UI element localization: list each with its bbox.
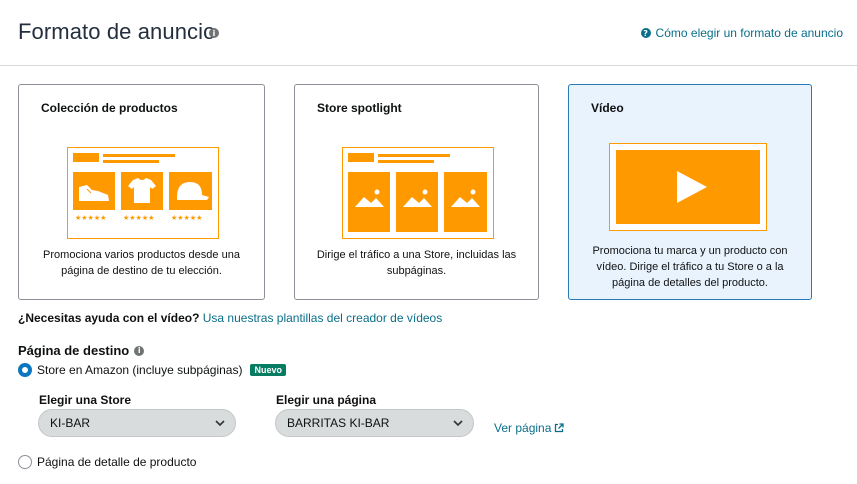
external-link-icon xyxy=(555,423,565,433)
radio-label: Store en Amazon (incluye subpáginas) xyxy=(37,363,243,377)
landing-page-label: Página de destino i xyxy=(18,343,145,358)
tshirt-icon xyxy=(121,172,163,210)
svg-text:★★★★★: ★★★★★ xyxy=(75,214,106,222)
help-link[interactable]: ? Cómo elegir un formato de anuncio xyxy=(640,26,843,40)
card-description: Promociona tu marca y un producto con ví… xyxy=(592,245,788,289)
video-help: ¿Necesitas ayuda con el vídeo? Usa nuest… xyxy=(18,311,442,325)
chevron-down-icon xyxy=(215,420,225,427)
help-icon: ? xyxy=(640,28,651,38)
image-icon xyxy=(348,172,390,232)
page-select-value: BARRITAS KI-BAR xyxy=(287,416,390,430)
radio-button[interactable] xyxy=(18,363,32,377)
card-title: Vídeo xyxy=(591,101,624,115)
card-title: Colección de productos xyxy=(41,101,178,115)
chevron-down-icon xyxy=(453,420,463,427)
info-icon[interactable]: i xyxy=(134,345,145,356)
card-video[interactable]: Vídeo Promociona tu marca y un producto … xyxy=(568,84,812,300)
video-play-illustration xyxy=(609,143,767,231)
card-store-spotlight[interactable]: Store spotlight Dirige el tráfico a una … xyxy=(294,84,539,300)
view-page-link[interactable]: Ver página xyxy=(494,421,565,435)
product-collection-illustration: ★★★★★ ★★★★★ ★★★★★ xyxy=(67,147,219,239)
video-help-question: ¿Necesitas ayuda con el vídeo? xyxy=(18,311,200,325)
page-title: Formato de anuncio xyxy=(18,19,216,44)
view-page-label: Ver página xyxy=(494,421,552,435)
image-icon xyxy=(444,172,487,232)
section-title: Página de destino xyxy=(18,343,130,358)
svg-text:★★★★★: ★★★★★ xyxy=(123,214,154,222)
card-product-collection[interactable]: Colección de productos ★★★★★ ★★★★★ ★★★★★… xyxy=(18,84,265,300)
radio-product-detail-option[interactable]: Página de detalle de producto xyxy=(18,455,196,469)
image-icon xyxy=(396,172,438,232)
card-description: Promociona varios productos desde una pá… xyxy=(43,249,240,277)
svg-text:★★★★★: ★★★★★ xyxy=(171,214,202,222)
page-select[interactable]: BARRITAS KI-BAR xyxy=(275,409,474,437)
store-select-value: KI-BAR xyxy=(50,416,91,430)
cap-icon xyxy=(169,172,212,210)
new-badge: Nuevo xyxy=(250,364,286,376)
store-spotlight-illustration xyxy=(342,147,494,239)
radio-label: Página de detalle de producto xyxy=(37,455,197,469)
radio-store-option[interactable]: Store en Amazon (incluye subpáginas) Nue… xyxy=(18,363,286,377)
page-select-label: Elegir una página xyxy=(276,393,377,407)
store-select-label: Elegir una Store xyxy=(39,393,132,407)
card-title: Store spotlight xyxy=(317,101,402,115)
help-link-label: Cómo elegir un formato de anuncio xyxy=(655,26,843,40)
radio-button[interactable] xyxy=(18,455,32,469)
video-templates-link[interactable]: Usa nuestras plantillas del creador de v… xyxy=(203,311,442,325)
page-header: Formato de anuncio i ? Cómo elegir un fo… xyxy=(0,0,857,66)
store-select[interactable]: KI-BAR xyxy=(38,409,236,437)
card-description: Dirige el tráfico a una Store, incluidas… xyxy=(316,249,517,277)
info-icon[interactable]: i xyxy=(209,28,219,38)
shoe-icon xyxy=(73,172,115,210)
